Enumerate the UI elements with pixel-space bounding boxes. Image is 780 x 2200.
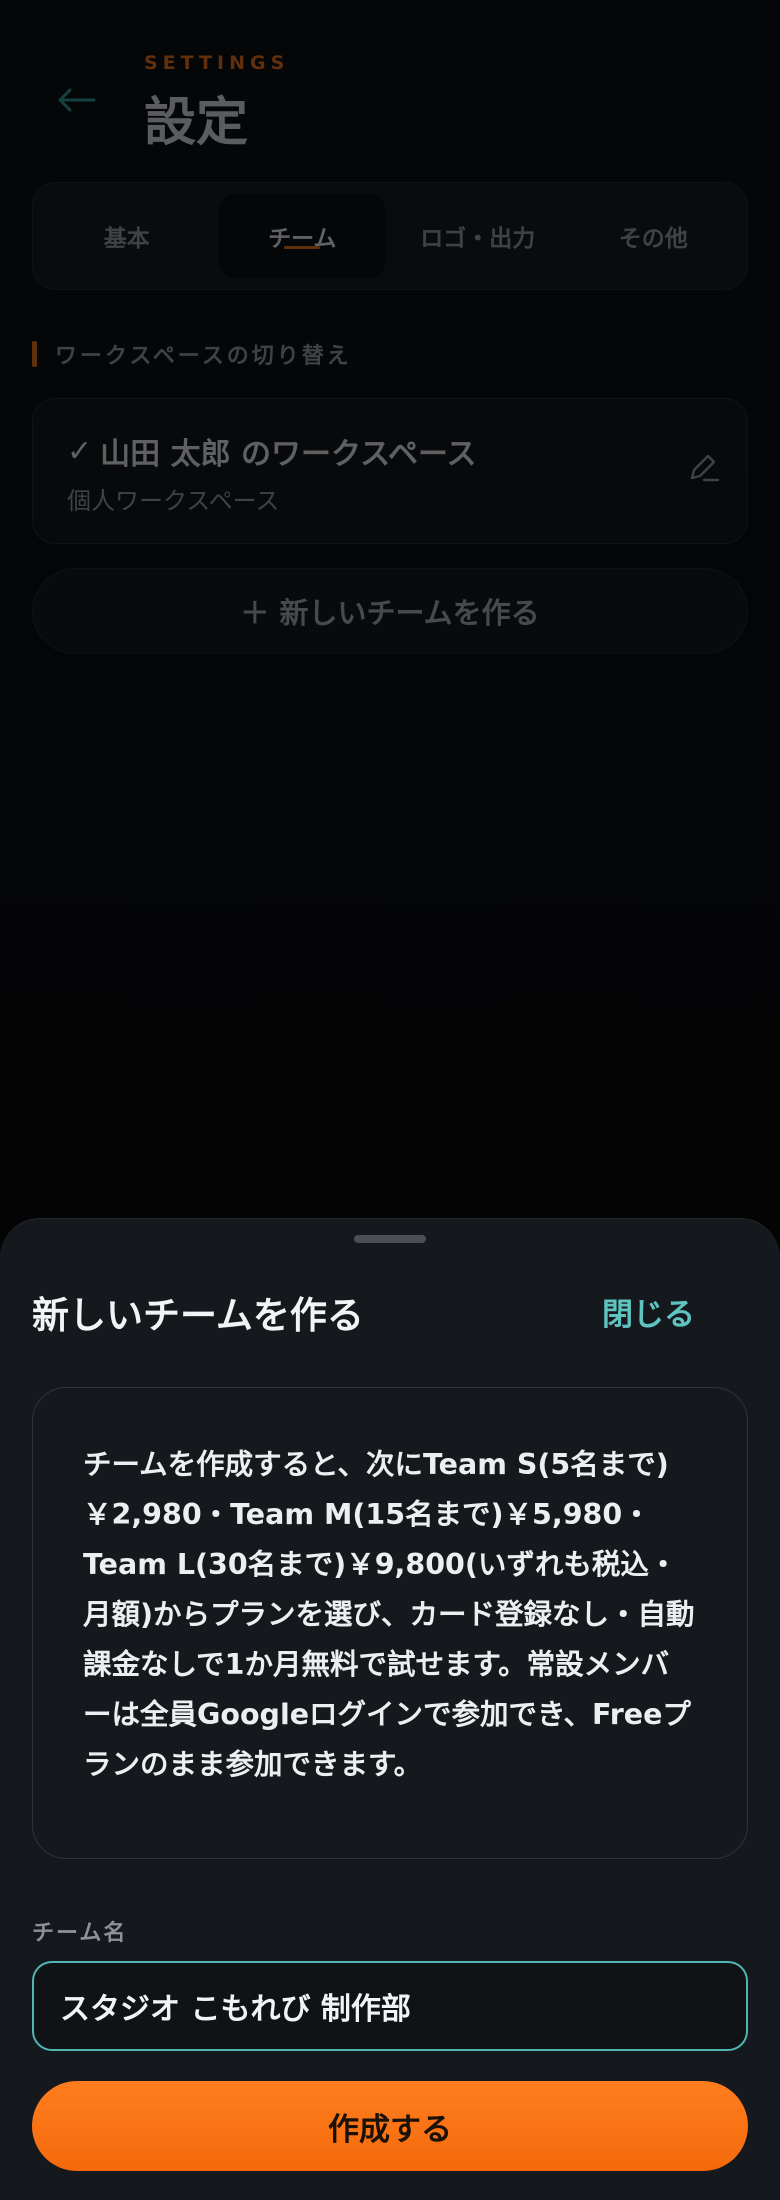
team-name-input[interactable] [32, 1961, 748, 2051]
tab-label: ロゴ・出力 [420, 226, 536, 252]
workspace-section-header: ワークスペースの切り替え [32, 340, 352, 369]
workspace-type: 個人ワークスペース [67, 487, 280, 515]
workspace-card-current[interactable]: ✓ 山田 太郎 のワークスペース 個人ワークスペース [32, 398, 748, 544]
create-team-sheet: 新しいチームを作る 閉じる チームを作成すると、次にTeam S(5名まで)￥2… [0, 1218, 780, 2200]
sheet-title: 新しいチームを作る [32, 1294, 364, 1337]
section-accent-bar [32, 341, 37, 367]
header: SETTINGS 設定 [0, 0, 780, 170]
sheet-grabber[interactable] [354, 1235, 426, 1243]
active-tab-indicator [284, 246, 321, 249]
workspace-name: 山田 太郎 のワークスペース [100, 437, 477, 472]
settings-screen: SETTINGS 設定 基本 チーム ロゴ・出力 その他 ワークスペースの切り替… [0, 0, 780, 2200]
plan-info-box: チームを作成すると、次にTeam S(5名まで)￥2,980・Team M(15… [32, 1387, 748, 1859]
page-eyebrow: SETTINGS [144, 52, 290, 74]
tab-logo-output[interactable]: ロゴ・出力 [394, 193, 562, 279]
page-title: 設定 [144, 93, 249, 153]
tab-label: 基本 [103, 226, 150, 252]
check-icon: ✓ [67, 433, 93, 469]
settings-tabs: 基本 チーム ロゴ・出力 その他 [32, 182, 748, 290]
close-button[interactable]: 閉じる [602, 1289, 695, 1334]
workspace-name-row: ✓ 山田 太郎 のワークスペース [67, 429, 477, 473]
pencil-icon [686, 450, 720, 488]
tab-team[interactable]: チーム [218, 193, 386, 279]
arrow-left-icon [56, 88, 96, 116]
section-title: ワークスペースの切り替え [55, 344, 352, 369]
tab-other[interactable]: その他 [570, 193, 738, 279]
create-label: 作成する [328, 2111, 452, 2148]
back-button[interactable] [54, 80, 98, 124]
tab-label: その他 [618, 226, 688, 252]
edit-workspace-button[interactable] [681, 447, 725, 491]
tab-basic[interactable]: 基本 [43, 193, 211, 279]
team-name-label: チーム名 [32, 1921, 128, 1946]
new-team-button[interactable]: ＋ 新しいチームを作る [32, 568, 748, 654]
plan-info-text: チームを作成すると、次にTeam S(5名まで)￥2,980・Team M(15… [83, 1448, 695, 1781]
create-button[interactable]: 作成する [32, 2081, 748, 2171]
new-team-label: ＋ 新しいチームを作る [240, 596, 540, 630]
